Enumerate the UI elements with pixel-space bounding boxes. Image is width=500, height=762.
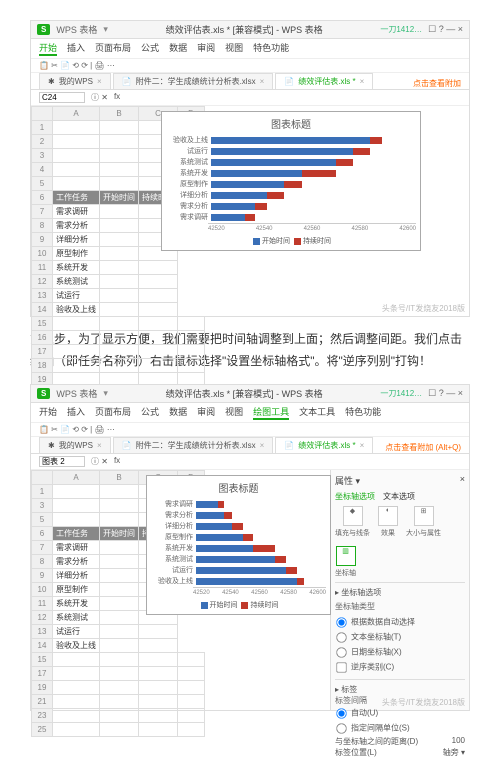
hdr-start: 开始时间 (100, 191, 139, 205)
dropdown-icon[interactable]: ▾ (103, 24, 108, 35)
panel-icon-axis[interactable]: ▥坐标轴 (335, 546, 356, 578)
menu-bar: 开始 插入 页面布局 公式 数据 审阅 视图 特色功能 (31, 39, 469, 59)
opt-date[interactable]: 日期坐标轴(X) (335, 645, 465, 660)
file-tabs: ✱ 我的WPS × 📄 附件二：学生成绩统计分析表.xlsx × 📄 绩效评估表… (31, 437, 469, 454)
panel-icon-fill[interactable]: ◆填充与线条 (335, 506, 370, 538)
opt-auto[interactable]: 根据数据自动选择 (335, 615, 465, 630)
quick-toolbar: 📋 ✂ 📄 ⟲ ⟳ | 🖨 ⋯ (31, 59, 469, 73)
hdr-task: 工作任务 (53, 191, 100, 205)
menu-start[interactable]: 开始 (39, 41, 57, 56)
user-name[interactable]: 一刀1412… (380, 24, 422, 35)
win-btn[interactable]: ☐ ? — × (428, 24, 463, 35)
file-tabs: ✱ 我的WPS × 📄 附件二：学生成绩统计分析表.xlsx × 📄 绩效评估表… (31, 73, 469, 90)
close-icon: × (360, 77, 365, 86)
file-tab-1[interactable]: 📄 附件二：学生成绩统计分析表.xlsx × (113, 73, 274, 89)
label-section-header[interactable]: ▸ 标签 (335, 684, 465, 695)
embedded-chart[interactable]: 图表标题验收及上线试运行系统测试系统开发原型制作详细分析需求分析需求调研4252… (161, 111, 421, 251)
opt-text[interactable]: 文本坐标轴(T) (335, 630, 465, 645)
screenshot-1: S WPS 表格 ▾ 绩效评估表.xls * [兼容模式] - WPS 表格 一… (30, 20, 470, 317)
name-box-bar: ⓘ ✕ fx (31, 90, 469, 106)
format-axis-panel: 属性 ▾× 坐标轴选项 文本选项 ◆填充与线条 ◐效果 ⊞大小与属性 ▥坐标轴 … (330, 470, 469, 710)
label-auto[interactable]: 自动(U) (335, 706, 465, 721)
panel-icon-effect[interactable]: ◐效果 (378, 506, 398, 538)
name-box[interactable] (39, 456, 85, 467)
menu-view[interactable]: 视图 (225, 41, 243, 56)
name-box[interactable] (39, 92, 85, 103)
watermark: 头条号/IT发烧友2018版 (382, 697, 465, 708)
label-pos-select[interactable]: 轴旁 ▾ (443, 747, 465, 758)
doc-title: 绩效评估表.xls * [兼容模式] - WPS 表格 (114, 23, 374, 36)
screenshot-2: S WPS 表格 ▾ 绩效评估表.xls * [兼容模式] - WPS 表格 一… (30, 384, 470, 711)
menu-bar: 开始 插入 页面布局 公式 数据 审阅 视图 绘图工具 文本工具 特色功能 (31, 403, 469, 423)
quick-toolbar: 📋 ✂ 📄 ⟲ ⟳ | 🖨 ⋯ (31, 423, 469, 437)
file-tab-wps[interactable]: ✱ 我的WPS × (39, 73, 111, 89)
title-bar: S WPS 表格 ▾ 绩效评估表.xls * [兼容模式] - WPS 表格 一… (31, 385, 469, 403)
opt-reverse[interactable]: 逆序类别(C) (335, 660, 465, 675)
file-tab-active[interactable]: 📄 绩效评估表.xls * × (275, 73, 373, 89)
title-bar: S WPS 表格 ▾ 绩效评估表.xls * [兼容模式] - WPS 表格 一… (31, 21, 469, 39)
embedded-chart[interactable]: 图表标题需求调研需求分析详细分析原型制作系统开发系统测试试运行验收及上线4252… (146, 475, 331, 615)
watermark: 头条号/IT发烧友2018版 (382, 303, 465, 314)
group-text[interactable]: 文本选项 (383, 491, 415, 502)
fx-label[interactable]: fx (114, 92, 120, 103)
extra-tab-link[interactable]: 点击查看附加 (413, 78, 461, 89)
menu-insert[interactable]: 插入 (67, 41, 85, 56)
axis-options-header[interactable]: ▸ 坐标轴选项 (335, 587, 465, 598)
menu-formula[interactable]: 公式 (141, 41, 159, 56)
menu-review[interactable]: 审阅 (197, 41, 215, 56)
group-axis[interactable]: 坐标轴选项 (335, 491, 375, 502)
close-icon: × (97, 77, 102, 86)
wps-logo: S (37, 388, 50, 399)
panel-title[interactable]: 属性 ▾ (335, 474, 360, 487)
menu-extra[interactable]: 特色功能 (253, 41, 289, 56)
wps-logo: S (37, 24, 50, 35)
menu-draw[interactable]: 绘图工具 (253, 405, 289, 420)
panel-close-icon[interactable]: × (460, 474, 465, 487)
label-spec[interactable]: 指定间隔单位(S) (335, 721, 465, 736)
menu-data[interactable]: 数据 (169, 41, 187, 56)
panel-icon-size[interactable]: ⊞大小与属性 (406, 506, 441, 538)
menu-layout[interactable]: 页面布局 (95, 41, 131, 56)
close-icon: × (260, 77, 265, 86)
wps-label: WPS 表格 (56, 23, 97, 36)
